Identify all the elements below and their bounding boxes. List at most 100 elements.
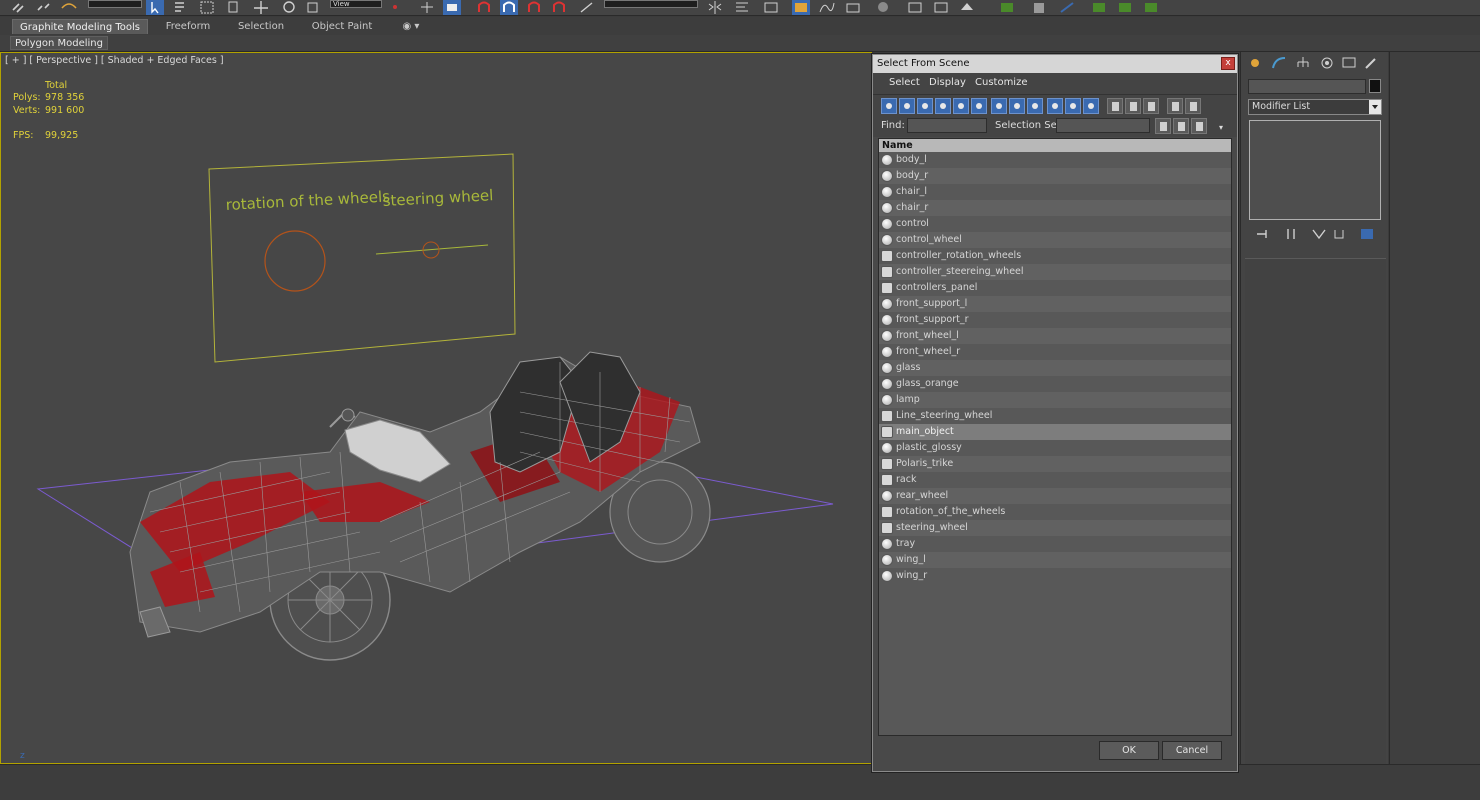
menu-select[interactable]: Select: [889, 77, 920, 88]
spinner-snap-icon[interactable]: [550, 0, 568, 15]
utilities-tab-icon[interactable]: [1362, 55, 1380, 71]
filter-geometry-icon[interactable]: [881, 98, 897, 114]
list-item[interactable]: front_wheel_r: [879, 344, 1231, 360]
select-by-name-icon[interactable]: [172, 0, 190, 15]
list-item[interactable]: body_l: [879, 152, 1231, 168]
create-tab-icon[interactable]: [1246, 55, 1264, 71]
list-item[interactable]: plastic_glossy: [879, 440, 1231, 456]
scale-icon[interactable]: [305, 0, 323, 15]
select-object-icon[interactable]: [146, 0, 164, 15]
filter-hidden-icon[interactable]: [1083, 98, 1099, 114]
display-all-icon[interactable]: [1107, 98, 1123, 114]
pivot-center-icon[interactable]: [386, 0, 404, 15]
link-icon[interactable]: [10, 0, 28, 15]
list-item[interactable]: front_wheel_l: [879, 328, 1231, 344]
remove-selection-set-icon[interactable]: [1191, 118, 1207, 134]
select-manipulate-icon[interactable]: [418, 0, 436, 15]
bind-space-warp-icon[interactable]: [60, 0, 78, 15]
dialog-title-bar[interactable]: Select From Scene x: [873, 55, 1237, 73]
filter-shapes-icon[interactable]: [899, 98, 915, 114]
list-item[interactable]: control: [879, 216, 1231, 232]
list-item[interactable]: rear_wheel: [879, 488, 1231, 504]
material-editor-icon[interactable]: [874, 0, 892, 15]
polygon-modeling-panel-button[interactable]: Polygon Modeling: [10, 36, 108, 50]
filter-bones-icon[interactable]: [1027, 98, 1043, 114]
align-icon[interactable]: [733, 0, 751, 15]
column-header-name[interactable]: Name: [879, 139, 1231, 152]
rect-selection-region-icon[interactable]: [198, 0, 216, 15]
list-item[interactable]: glass_orange: [879, 376, 1231, 392]
selection-set-dropdown[interactable]: [1056, 118, 1150, 133]
menu-customize[interactable]: Customize: [975, 77, 1028, 88]
filter-frozen-icon[interactable]: [1065, 98, 1081, 114]
ok-button[interactable]: OK: [1099, 741, 1159, 760]
list-item[interactable]: control_wheel: [879, 232, 1231, 248]
close-icon[interactable]: x: [1221, 57, 1235, 70]
tab-selection[interactable]: Selection: [234, 19, 288, 34]
list-item[interactable]: wing_r: [879, 568, 1231, 584]
rotate-icon[interactable]: [280, 0, 298, 15]
remove-modifier-icon[interactable]: [1330, 226, 1348, 242]
list-item[interactable]: controller_steereing_wheel: [879, 264, 1231, 280]
find-input[interactable]: [907, 118, 987, 133]
named-selection-sets-dropdown[interactable]: [604, 0, 698, 8]
object-color-swatch[interactable]: [1369, 79, 1381, 93]
tab-graphite-modeling-tools[interactable]: Graphite Modeling Tools: [12, 19, 148, 34]
filter-funnel-icon[interactable]: [1167, 98, 1183, 114]
list-item[interactable]: body_r: [879, 168, 1231, 184]
filter-cameras-icon[interactable]: [935, 98, 951, 114]
scene-object-list[interactable]: Name body_l body_r chair_l chair_r control co…: [878, 138, 1232, 736]
layer-manager-icon[interactable]: [762, 0, 780, 15]
display-tab-icon[interactable]: [1340, 55, 1358, 71]
make-unique-icon[interactable]: [1310, 226, 1328, 242]
list-item[interactable]: controller_rotation_wheels: [879, 248, 1231, 264]
filter-options-icon[interactable]: [1185, 98, 1201, 114]
chevron-down-icon[interactable]: [1369, 100, 1381, 114]
extra-tool-2-icon[interactable]: [1030, 0, 1048, 15]
filter-lights-icon[interactable]: [917, 98, 933, 114]
list-item[interactable]: glass: [879, 360, 1231, 376]
filter-xrefs-icon[interactable]: [1009, 98, 1025, 114]
modifier-stack[interactable]: [1249, 120, 1381, 220]
modifier-list-dropdown[interactable]: Modifier List: [1248, 99, 1382, 115]
show-end-result-icon[interactable]: [1282, 226, 1300, 242]
tab-freeform[interactable]: Freeform: [160, 19, 216, 34]
unlink-icon[interactable]: [35, 0, 53, 15]
tab-object-paint[interactable]: Object Paint: [306, 19, 378, 34]
list-item[interactable]: lamp: [879, 392, 1231, 408]
edit-selection-set-icon[interactable]: [1173, 118, 1189, 134]
curve-editor-icon[interactable]: [818, 0, 836, 15]
ribbon-options-icon[interactable]: ◉ ▾: [398, 19, 424, 34]
keyboard-shortcut-override-icon[interactable]: [443, 0, 461, 15]
filter-space-warps-icon[interactable]: [971, 98, 987, 114]
selection-filter-dropdown[interactable]: [88, 0, 142, 8]
list-item[interactable]: front_support_l: [879, 296, 1231, 312]
extra-tool-6-icon[interactable]: [1142, 0, 1160, 15]
list-item[interactable]: controllers_panel: [879, 280, 1231, 296]
snap-toggle-icon[interactable]: [475, 0, 493, 15]
list-item[interactable]: rack: [879, 472, 1231, 488]
extra-tool-5-icon[interactable]: [1116, 0, 1134, 15]
list-item[interactable]: chair_l: [879, 184, 1231, 200]
rendered-frame-window-icon[interactable]: [932, 0, 950, 15]
display-invert-icon[interactable]: [1143, 98, 1159, 114]
edit-named-selection-icon[interactable]: [578, 0, 596, 15]
list-item[interactable]: Polaris_trike: [879, 456, 1231, 472]
mirror-icon[interactable]: [706, 0, 724, 15]
motion-tab-icon[interactable]: [1318, 55, 1336, 71]
hierarchy-tab-icon[interactable]: [1294, 55, 1312, 71]
filter-groups-icon[interactable]: [991, 98, 1007, 114]
schematic-view-icon[interactable]: [844, 0, 862, 15]
list-item[interactable]: Line_steering_wheel: [879, 408, 1231, 424]
object-name-field[interactable]: [1248, 79, 1366, 94]
render-setup-icon[interactable]: [906, 0, 924, 15]
display-none-icon[interactable]: [1125, 98, 1141, 114]
create-selection-set-icon[interactable]: [1155, 118, 1171, 134]
window-crossing-icon[interactable]: [224, 0, 242, 15]
reference-coordinate-dropdown[interactable]: View: [330, 0, 382, 8]
extra-tool-3-icon[interactable]: [1058, 0, 1076, 15]
filter-containers-icon[interactable]: [1047, 98, 1063, 114]
viewport-label[interactable]: [ + ] [ Perspective ] [ Shaded + Edged F…: [5, 55, 224, 66]
angle-snap-icon[interactable]: [500, 0, 518, 15]
pin-stack-icon[interactable]: [1254, 226, 1272, 242]
